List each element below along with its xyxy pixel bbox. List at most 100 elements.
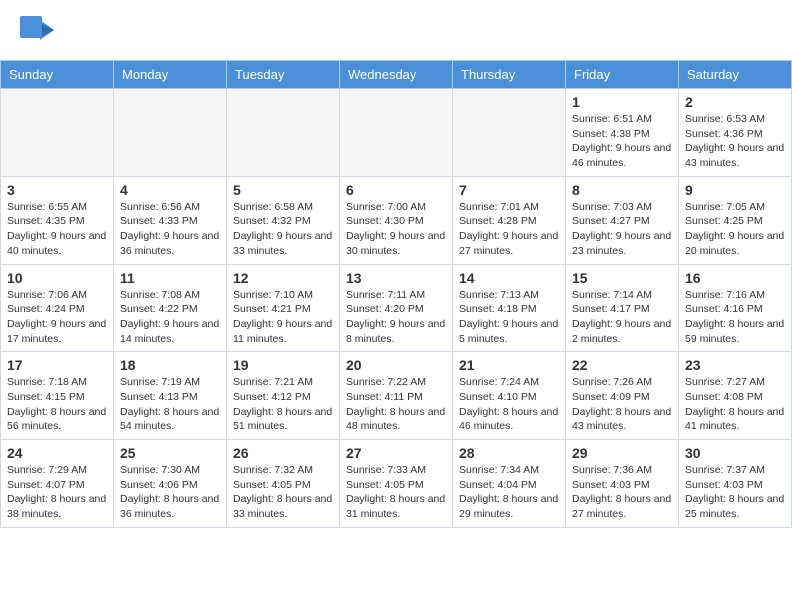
day-cell: 17 Sunrise: 7:18 AM Sunset: 4:15 PM Dayli… <box>1 352 114 440</box>
day-cell: 5 Sunrise: 6:58 AM Sunset: 4:32 PM Daylig… <box>227 176 340 264</box>
day-cell: 26 Sunrise: 7:32 AM Sunset: 4:05 PM Dayli… <box>227 440 340 528</box>
day-info: Sunrise: 7:24 AM Sunset: 4:10 PM Dayligh… <box>459 375 559 434</box>
logo <box>20 16 58 52</box>
day-cell: 4 Sunrise: 6:56 AM Sunset: 4:33 PM Daylig… <box>114 176 227 264</box>
day-info: Sunrise: 7:26 AM Sunset: 4:09 PM Dayligh… <box>572 375 672 434</box>
general-blue-icon <box>20 16 56 52</box>
day-cell: 23 Sunrise: 7:27 AM Sunset: 4:08 PM Dayli… <box>679 352 792 440</box>
week-row-2: 3 Sunrise: 6:55 AM Sunset: 4:35 PM Daylig… <box>1 176 792 264</box>
day-info: Sunrise: 6:58 AM Sunset: 4:32 PM Dayligh… <box>233 200 333 259</box>
day-info: Sunrise: 7:01 AM Sunset: 4:28 PM Dayligh… <box>459 200 559 259</box>
day-info: Sunrise: 7:00 AM Sunset: 4:30 PM Dayligh… <box>346 200 446 259</box>
day-number: 6 <box>346 182 446 198</box>
day-number: 15 <box>572 270 672 286</box>
day-cell: 9 Sunrise: 7:05 AM Sunset: 4:25 PM Daylig… <box>679 176 792 264</box>
day-info: Sunrise: 7:11 AM Sunset: 4:20 PM Dayligh… <box>346 288 446 347</box>
day-info: Sunrise: 7:37 AM Sunset: 4:03 PM Dayligh… <box>685 463 785 522</box>
day-info: Sunrise: 7:10 AM Sunset: 4:21 PM Dayligh… <box>233 288 333 347</box>
day-number: 20 <box>346 357 446 373</box>
day-cell: 30Sunrise: 7:37 AM Sunset: 4:03 PM Dayli… <box>679 440 792 528</box>
day-cell <box>114 89 227 177</box>
day-cell: 12Sunrise: 7:10 AM Sunset: 4:21 PM Dayli… <box>227 264 340 352</box>
day-cell: 25 Sunrise: 7:30 AM Sunset: 4:06 PM Dayli… <box>114 440 227 528</box>
day-number: 10 <box>7 270 107 286</box>
day-number: 24 <box>7 445 107 461</box>
day-cell: 28 Sunrise: 7:34 AM Sunset: 4:04 PM Dayli… <box>453 440 566 528</box>
day-number: 4 <box>120 182 220 198</box>
day-number: 27 <box>346 445 446 461</box>
day-cell: 10 Sunrise: 7:06 AM Sunset: 4:24 PM Dayli… <box>1 264 114 352</box>
day-number: 22 <box>572 357 672 373</box>
day-cell: 14 Sunrise: 7:13 AM Sunset: 4:18 PM Dayli… <box>453 264 566 352</box>
day-number: 18 <box>120 357 220 373</box>
col-header-thursday: Thursday <box>453 61 566 89</box>
day-info: Sunrise: 7:05 AM Sunset: 4:25 PM Dayligh… <box>685 200 785 259</box>
col-header-wednesday: Wednesday <box>340 61 453 89</box>
col-header-sunday: Sunday <box>1 61 114 89</box>
day-number: 9 <box>685 182 785 198</box>
col-header-friday: Friday <box>566 61 679 89</box>
week-row-4: 17 Sunrise: 7:18 AM Sunset: 4:15 PM Dayli… <box>1 352 792 440</box>
day-cell: 1 Sunrise: 6:51 AM Sunset: 4:38 PM Daylig… <box>566 89 679 177</box>
day-info: Sunrise: 7:29 AM Sunset: 4:07 PM Dayligh… <box>7 463 107 522</box>
day-cell <box>453 89 566 177</box>
day-number: 23 <box>685 357 785 373</box>
day-number: 8 <box>572 182 672 198</box>
day-info: Sunrise: 7:19 AM Sunset: 4:13 PM Dayligh… <box>120 375 220 434</box>
day-info: Sunrise: 7:16 AM Sunset: 4:16 PM Dayligh… <box>685 288 785 347</box>
calendar: SundayMondayTuesdayWednesdayThursdayFrid… <box>0 60 792 528</box>
day-cell <box>227 89 340 177</box>
day-cell: 20 Sunrise: 7:22 AM Sunset: 4:11 PM Dayli… <box>340 352 453 440</box>
day-cell: 8 Sunrise: 7:03 AM Sunset: 4:27 PM Daylig… <box>566 176 679 264</box>
day-info: Sunrise: 6:55 AM Sunset: 4:35 PM Dayligh… <box>7 200 107 259</box>
day-cell: 29 Sunrise: 7:36 AM Sunset: 4:03 PM Dayli… <box>566 440 679 528</box>
day-info: Sunrise: 7:32 AM Sunset: 4:05 PM Dayligh… <box>233 463 333 522</box>
day-number: 19 <box>233 357 333 373</box>
day-number: 1 <box>572 94 672 110</box>
day-number: 5 <box>233 182 333 198</box>
day-info: Sunrise: 6:53 AM Sunset: 4:36 PM Dayligh… <box>685 112 785 171</box>
day-number: 14 <box>459 270 559 286</box>
day-number: 21 <box>459 357 559 373</box>
col-header-tuesday: Tuesday <box>227 61 340 89</box>
day-number: 2 <box>685 94 785 110</box>
day-cell: 16Sunrise: 7:16 AM Sunset: 4:16 PM Dayli… <box>679 264 792 352</box>
week-row-3: 10 Sunrise: 7:06 AM Sunset: 4:24 PM Dayli… <box>1 264 792 352</box>
day-cell <box>340 89 453 177</box>
day-number: 28 <box>459 445 559 461</box>
day-cell: 27 Sunrise: 7:33 AM Sunset: 4:05 PM Dayli… <box>340 440 453 528</box>
day-cell: 11Sunrise: 7:08 AM Sunset: 4:22 PM Dayli… <box>114 264 227 352</box>
week-row-1: 1 Sunrise: 6:51 AM Sunset: 4:38 PM Daylig… <box>1 89 792 177</box>
col-header-monday: Monday <box>114 61 227 89</box>
col-header-saturday: Saturday <box>679 61 792 89</box>
day-cell: 2 Sunrise: 6:53 AM Sunset: 4:36 PM Daylig… <box>679 89 792 177</box>
day-number: 7 <box>459 182 559 198</box>
day-info: Sunrise: 7:13 AM Sunset: 4:18 PM Dayligh… <box>459 288 559 347</box>
day-number: 25 <box>120 445 220 461</box>
day-number: 29 <box>572 445 672 461</box>
day-info: Sunrise: 7:03 AM Sunset: 4:27 PM Dayligh… <box>572 200 672 259</box>
day-info: Sunrise: 7:21 AM Sunset: 4:12 PM Dayligh… <box>233 375 333 434</box>
day-info: Sunrise: 6:51 AM Sunset: 4:38 PM Dayligh… <box>572 112 672 171</box>
day-number: 17 <box>7 357 107 373</box>
day-info: Sunrise: 7:18 AM Sunset: 4:15 PM Dayligh… <box>7 375 107 434</box>
day-info: Sunrise: 7:27 AM Sunset: 4:08 PM Dayligh… <box>685 375 785 434</box>
day-info: Sunrise: 7:08 AM Sunset: 4:22 PM Dayligh… <box>120 288 220 347</box>
day-cell: 21 Sunrise: 7:24 AM Sunset: 4:10 PM Dayli… <box>453 352 566 440</box>
day-cell: 7 Sunrise: 7:01 AM Sunset: 4:28 PM Daylig… <box>453 176 566 264</box>
day-number: 3 <box>7 182 107 198</box>
day-cell: 22 Sunrise: 7:26 AM Sunset: 4:09 PM Dayli… <box>566 352 679 440</box>
day-info: Sunrise: 7:30 AM Sunset: 4:06 PM Dayligh… <box>120 463 220 522</box>
week-row-5: 24 Sunrise: 7:29 AM Sunset: 4:07 PM Dayli… <box>1 440 792 528</box>
day-info: Sunrise: 6:56 AM Sunset: 4:33 PM Dayligh… <box>120 200 220 259</box>
day-info: Sunrise: 7:33 AM Sunset: 4:05 PM Dayligh… <box>346 463 446 522</box>
day-cell: 24 Sunrise: 7:29 AM Sunset: 4:07 PM Dayli… <box>1 440 114 528</box>
day-number: 26 <box>233 445 333 461</box>
day-cell: 3 Sunrise: 6:55 AM Sunset: 4:35 PM Daylig… <box>1 176 114 264</box>
day-info: Sunrise: 7:22 AM Sunset: 4:11 PM Dayligh… <box>346 375 446 434</box>
day-info: Sunrise: 7:36 AM Sunset: 4:03 PM Dayligh… <box>572 463 672 522</box>
day-info: Sunrise: 7:06 AM Sunset: 4:24 PM Dayligh… <box>7 288 107 347</box>
day-info: Sunrise: 7:14 AM Sunset: 4:17 PM Dayligh… <box>572 288 672 347</box>
day-info: Sunrise: 7:34 AM Sunset: 4:04 PM Dayligh… <box>459 463 559 522</box>
day-cell: 19 Sunrise: 7:21 AM Sunset: 4:12 PM Dayli… <box>227 352 340 440</box>
